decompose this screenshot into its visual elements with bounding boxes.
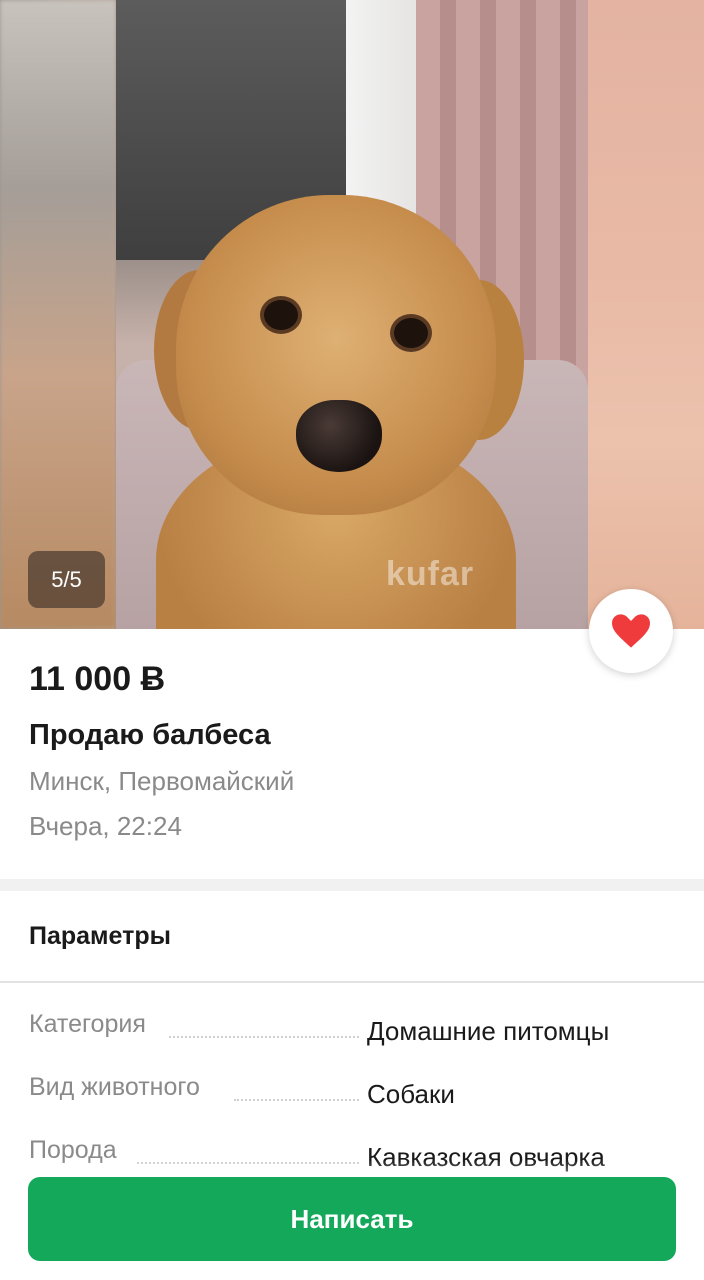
param-row: Категория Домашние питомцы <box>29 1010 675 1050</box>
photo-gallery[interactable]: kufar 5/5 <box>0 0 704 629</box>
listing-price: 11 000 Ƀ <box>29 660 166 698</box>
listing-title: Продаю балбеса <box>29 719 271 751</box>
params-divider <box>0 981 704 983</box>
dog-eye <box>264 300 298 330</box>
listing-info: 11 000 Ƀ Продаю балбеса Минск, Первомайс… <box>29 650 669 842</box>
param-key: Категория <box>29 1010 146 1039</box>
param-value: Собаки <box>367 1079 455 1109</box>
section-divider <box>0 879 704 891</box>
gallery-side-blur-left <box>0 0 116 629</box>
watermark-logo: kufar <box>386 555 475 593</box>
favorite-button[interactable] <box>589 589 673 673</box>
param-value: Домашние питомцы <box>367 1016 610 1046</box>
param-row: Вид животного Собаки <box>29 1073 675 1113</box>
gallery-side-blur-right <box>588 0 704 629</box>
write-message-button[interactable]: Написать <box>28 1177 676 1261</box>
listing-posted-time: Вчера, 22:24 <box>29 811 182 841</box>
param-key: Вид животного <box>29 1073 200 1102</box>
dog-nose <box>296 400 382 472</box>
listing-location: Минск, Первомайский <box>29 766 295 796</box>
heart-icon <box>612 614 650 648</box>
dog-eye <box>394 318 428 348</box>
dotted-leader <box>234 1099 359 1101</box>
photo-counter: 5/5 <box>28 551 105 608</box>
listing-photo[interactable]: kufar <box>116 0 588 629</box>
params-title: Параметры <box>29 922 171 950</box>
dotted-leader <box>169 1036 359 1038</box>
